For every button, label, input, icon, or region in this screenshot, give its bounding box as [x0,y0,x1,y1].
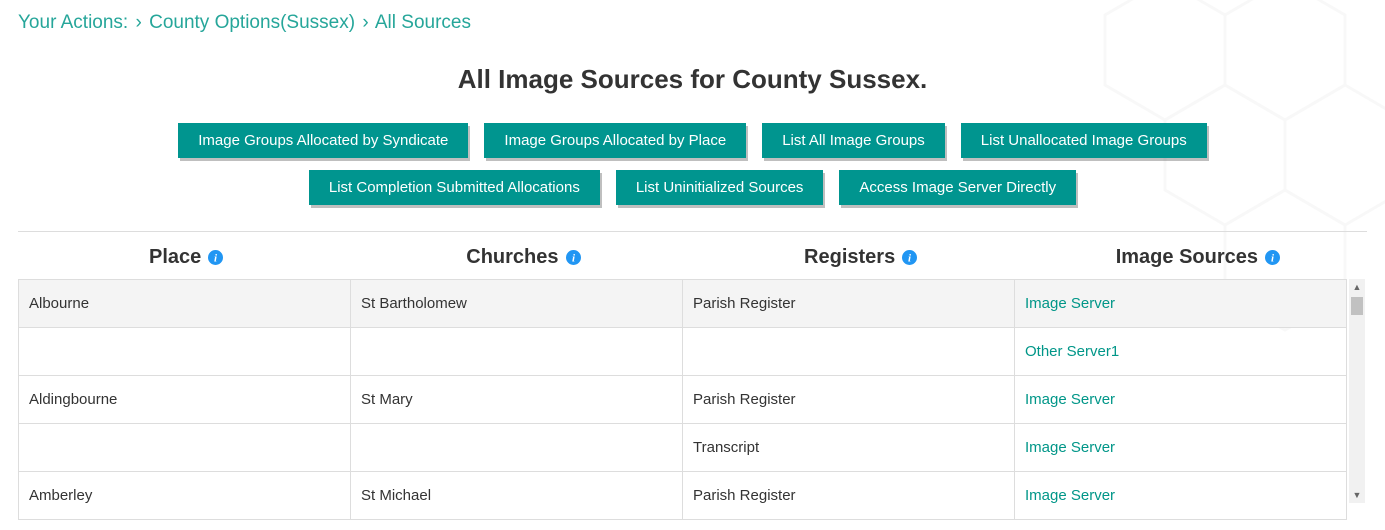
table-row: Transcript Image Server [19,424,1347,472]
image-source-link[interactable]: Image Server [1025,487,1115,504]
column-header-churches: Churches i [355,246,692,269]
cell-church [351,328,683,376]
scroll-thumb[interactable] [1351,297,1363,315]
table-scroll-area: AlbourneSt BartholomewParish Register Ima… [18,279,1367,503]
column-header-place: Place i [18,246,355,269]
cell-place: Aldingbourne [19,376,351,424]
cell-church: St Bartholomew [351,280,683,328]
column-header-registers: Registers i [693,246,1030,269]
table-row: AmberleySt MichaelParish Register Image S… [19,472,1347,520]
scroll-up-icon[interactable]: ▲ [1349,279,1365,295]
cell-source: Image Server [1015,424,1347,472]
list-unallocated-image-groups-button[interactable]: List Unallocated Image Groups [961,123,1207,158]
breadcrumb-root[interactable]: Your Actions: [18,12,128,33]
table-header-row: Place i Churches i Registers i Image Sou… [18,246,1367,279]
action-button-row: Image Groups Allocated by Syndicate Imag… [43,123,1343,205]
cell-place: Amberley [19,472,351,520]
cell-register: Transcript [683,424,1015,472]
cell-place: Albourne [19,280,351,328]
cell-register [683,328,1015,376]
image-groups-by-place-button[interactable]: Image Groups Allocated by Place [484,123,746,158]
cell-church: St Michael [351,472,683,520]
cell-register: Parish Register [683,280,1015,328]
cell-source: Image Server [1015,472,1347,520]
image-source-link[interactable]: Image Server [1025,391,1115,408]
section-divider [18,231,1367,232]
image-groups-by-syndicate-button[interactable]: Image Groups Allocated by Syndicate [178,123,468,158]
vertical-scrollbar[interactable]: ▲ ▼ [1349,279,1365,503]
table-row: AldingbourneSt MaryParish Register Image … [19,376,1347,424]
page-title: All Image Sources for County Sussex. [18,64,1367,95]
image-source-link[interactable]: Image Server [1025,439,1115,456]
cell-source: Image Server [1015,376,1347,424]
list-all-image-groups-button[interactable]: List All Image Groups [762,123,945,158]
scroll-down-icon[interactable]: ▼ [1349,487,1365,503]
image-source-link[interactable]: Other Server1 [1025,343,1119,360]
table-row: Other Server1 [19,328,1347,376]
info-icon[interactable]: i [207,249,224,266]
list-completion-submitted-button[interactable]: List Completion Submitted Allocations [309,170,600,205]
cell-church: St Mary [351,376,683,424]
cell-register: Parish Register [683,472,1015,520]
image-source-link[interactable]: Image Server [1025,295,1115,312]
cell-source: Other Server1 [1015,328,1347,376]
access-image-server-button[interactable]: Access Image Server Directly [839,170,1076,205]
cell-place [19,328,351,376]
breadcrumb: Your Actions: › County Options(Sussex) ›… [18,12,1367,34]
info-icon[interactable]: i [1264,249,1281,266]
breadcrumb-county-options[interactable]: County Options(Sussex) [149,12,355,33]
cell-register: Parish Register [683,376,1015,424]
cell-church [351,424,683,472]
breadcrumb-all-sources[interactable]: All Sources [375,12,471,33]
info-icon[interactable]: i [901,249,918,266]
cell-place [19,424,351,472]
column-header-image-sources: Image Sources i [1030,246,1367,269]
table-row: AlbourneSt BartholomewParish Register Ima… [19,280,1347,328]
cell-source: Image Server [1015,280,1347,328]
info-icon[interactable]: i [565,249,582,266]
image-sources-table: AlbourneSt BartholomewParish RegisterIma… [18,279,1347,520]
list-uninitialized-sources-button[interactable]: List Uninitialized Sources [616,170,824,205]
